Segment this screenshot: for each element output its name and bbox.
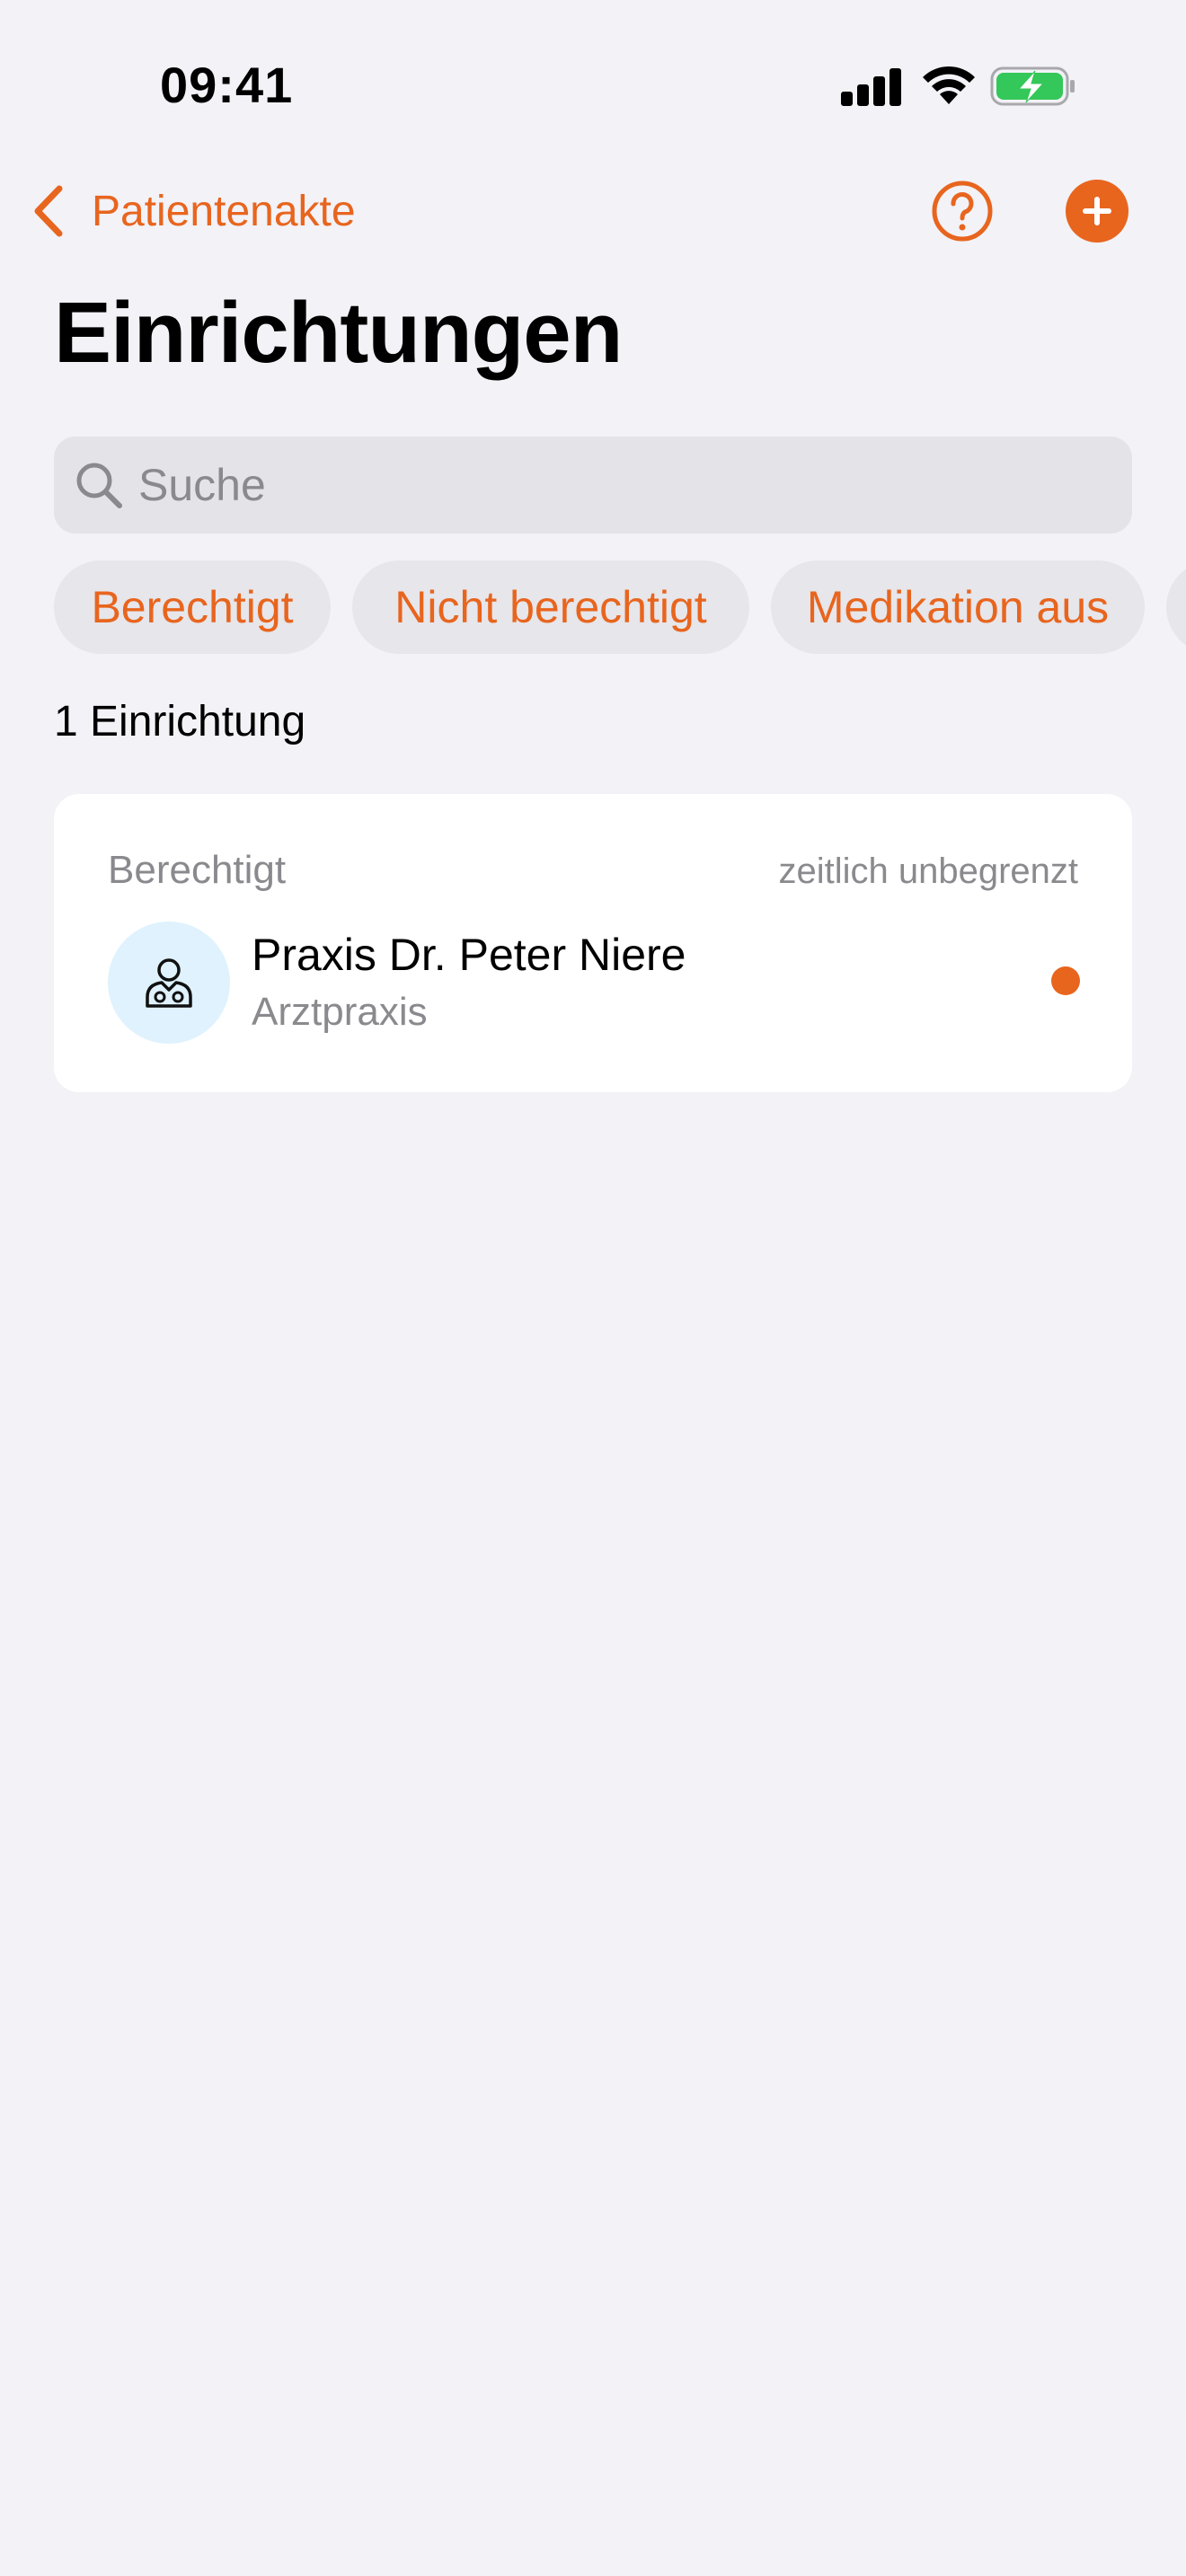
filter-chips: Berechtigt Nicht berechtigt Medikation a… (54, 560, 1186, 654)
status-indicator-dot (1051, 966, 1080, 995)
institution-name: Praxis Dr. Peter Niere (252, 930, 686, 980)
institution-card[interactable]: Berechtigt zeitlich unbegrenzt Praxis Dr… (54, 794, 1132, 1092)
institution-type: Arztpraxis (252, 990, 428, 1034)
permission-duration: zeitlich unbegrenzt (778, 851, 1078, 891)
filter-chip-nicht-berechtigt[interactable]: Nicht berechtigt (352, 560, 749, 654)
screen: 09:41 Patientenakte Einrichtungen Suche … (0, 0, 1186, 2576)
help-icon[interactable] (931, 180, 994, 243)
institution-avatar (108, 922, 230, 1044)
add-button[interactable] (1066, 180, 1128, 243)
result-count: 1 Einrichtung (54, 698, 306, 745)
status-bar: 09:41 (0, 0, 1186, 171)
plus-icon (1083, 197, 1111, 225)
doctor-icon (146, 958, 192, 1008)
search-input[interactable] (138, 454, 1109, 516)
search-icon (76, 463, 122, 508)
filter-chip-more[interactable] (1166, 560, 1186, 654)
wifi-icon (923, 66, 975, 104)
permission-status: Berechtigt (108, 848, 287, 892)
chevron-left-icon (34, 185, 63, 237)
battery-charging-icon (990, 66, 1075, 106)
back-button[interactable]: Patientenakte (31, 178, 356, 244)
page-title: Einrichtungen (54, 285, 623, 381)
cellular-signal-icon (841, 66, 902, 106)
status-time: 09:41 (160, 57, 294, 113)
back-button-label: Patientenakte (92, 187, 356, 235)
search-field[interactable] (54, 437, 1132, 534)
filter-chip-medikation-aus[interactable]: Medikation aus (771, 560, 1145, 654)
filter-chip-berechtigt[interactable]: Berechtigt (54, 560, 331, 654)
